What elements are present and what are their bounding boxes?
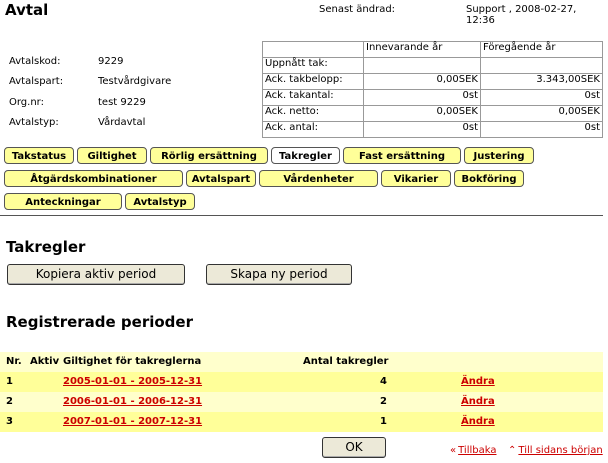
stats-previous: 0st bbox=[480, 121, 603, 138]
edit-link[interactable]: Ändra bbox=[461, 376, 495, 387]
header-nr: Nr. bbox=[6, 356, 22, 367]
validity-link[interactable]: 2005-01-01 - 2005-12-31 bbox=[63, 376, 202, 387]
agreement-party-label: Avtalspart: bbox=[9, 76, 64, 87]
org-nr-label: Org.nr: bbox=[9, 97, 44, 108]
rule-count: 1 bbox=[380, 416, 387, 427]
stats-current: 0st bbox=[363, 89, 481, 106]
section-title: Takregler bbox=[6, 238, 86, 256]
copy-active-period-button[interactable]: Kopiera aktiv period bbox=[7, 264, 185, 285]
create-new-period-button[interactable]: Skapa ny period bbox=[206, 264, 352, 285]
last-changed-label: Senast ändrad: bbox=[319, 4, 396, 15]
stats-label: Ack. netto: bbox=[262, 105, 364, 122]
edit-link[interactable]: Ändra bbox=[461, 416, 495, 427]
stats-row: Ack. antal: 0st 0st bbox=[262, 121, 603, 138]
stats-row: Ack. takbelopp: 0,00SEK 3.343,00SEK bbox=[262, 73, 603, 90]
stats-previous: 0,00SEK bbox=[480, 105, 603, 122]
stats-label: Ack. antal: bbox=[262, 121, 364, 138]
stats-label: Ack. takantal: bbox=[262, 89, 364, 106]
stats-table: Innevarande år Föregående år Uppnått tak… bbox=[262, 41, 603, 138]
org-nr-value: test 9229 bbox=[98, 97, 146, 108]
rule-count: 4 bbox=[380, 376, 387, 387]
header-rule-count: Antal takregler bbox=[303, 356, 389, 367]
agreement-code-value: 9229 bbox=[98, 56, 124, 67]
row-nr: 1 bbox=[6, 376, 13, 387]
stats-header-empty bbox=[262, 41, 364, 58]
agreement-type-label: Avtalstyp: bbox=[9, 117, 59, 128]
agreement-party-value: Testvårdgivare bbox=[98, 76, 172, 87]
stats-header-previous: Föregående år bbox=[480, 41, 603, 58]
validity-link[interactable]: 2006-01-01 - 2006-12-31 bbox=[63, 396, 202, 407]
rule-count: 2 bbox=[380, 396, 387, 407]
back-arrow-icon: « bbox=[450, 445, 457, 456]
edit-link[interactable]: Ändra bbox=[461, 396, 495, 407]
stats-previous: 3.343,00SEK bbox=[480, 73, 603, 90]
tab-vardenheter[interactable]: Vårdenheter bbox=[259, 170, 378, 187]
validity-link[interactable]: 2007-01-01 - 2007-12-31 bbox=[63, 416, 202, 427]
header-active: Aktiv bbox=[30, 356, 60, 367]
stats-row: Uppnått tak: bbox=[262, 57, 603, 74]
stats-row: Ack. takantal: 0st 0st bbox=[262, 89, 603, 106]
tab-justering[interactable]: Justering bbox=[464, 147, 534, 164]
agreement-type-value: Vårdavtal bbox=[98, 117, 146, 128]
stats-previous: 0st bbox=[480, 89, 603, 106]
last-changed-value: Support , 2008-02-27, 12:36 bbox=[466, 4, 577, 26]
tab-anteckningar[interactable]: Anteckningar bbox=[4, 193, 122, 210]
to-top-link-label: Till sidans början bbox=[518, 445, 603, 456]
header-validity: Giltighet för takreglerna bbox=[63, 356, 202, 367]
stats-header-row: Innevarande år Föregående år bbox=[262, 41, 603, 58]
stats-row: Ack. netto: 0,00SEK 0,00SEK bbox=[262, 105, 603, 122]
stats-current: 0,00SEK bbox=[363, 73, 481, 90]
tab-fast-ersattning[interactable]: Fast ersättning bbox=[343, 147, 461, 164]
periods-header-row: Nr. Aktiv Giltighet för takreglerna Anta… bbox=[0, 352, 603, 372]
row-nr: 2 bbox=[6, 396, 13, 407]
stats-current: 0st bbox=[363, 121, 481, 138]
row-nr: 3 bbox=[6, 416, 13, 427]
periods-title: Registrerade perioder bbox=[6, 313, 193, 331]
ok-button[interactable]: OK bbox=[322, 437, 386, 458]
up-arrow-icon: ⌃ bbox=[508, 445, 517, 456]
tab-atgardskombinationer[interactable]: Åtgärdskombinationer bbox=[4, 170, 183, 187]
tab-avtalspart[interactable]: Avtalspart bbox=[186, 170, 256, 187]
stats-current: 0,00SEK bbox=[363, 105, 481, 122]
back-link[interactable]: «Tillbaka bbox=[450, 445, 496, 456]
tab-rorlig-ersattning[interactable]: Rörlig ersättning bbox=[150, 147, 268, 164]
table-row: 1 2005-01-01 - 2005-12-31 4 Ändra bbox=[0, 372, 603, 392]
stats-current bbox=[363, 57, 481, 74]
table-row: 3 2007-01-01 - 2007-12-31 1 Ändra bbox=[0, 412, 603, 432]
tab-vikarier[interactable]: Vikarier bbox=[381, 170, 451, 187]
divider bbox=[0, 215, 603, 216]
tab-takregler[interactable]: Takregler bbox=[271, 147, 340, 164]
table-row: 2 2006-01-01 - 2006-12-31 2 Ändra bbox=[0, 392, 603, 412]
tab-takstatus[interactable]: Takstatus bbox=[4, 147, 74, 164]
stats-header-current: Innevarande år bbox=[363, 41, 481, 58]
tab-giltighet[interactable]: Giltighet bbox=[77, 147, 147, 164]
to-top-link[interactable]: ⌃ Till sidans början bbox=[508, 445, 603, 456]
agreement-code-label: Avtalskod: bbox=[9, 56, 61, 67]
tab-bokforing[interactable]: Bokföring bbox=[454, 170, 524, 187]
stats-previous bbox=[480, 57, 603, 74]
stats-label: Ack. takbelopp: bbox=[262, 73, 364, 90]
back-link-label: Tillbaka bbox=[458, 445, 497, 456]
tab-avtalstyp[interactable]: Avtalstyp bbox=[125, 193, 195, 210]
stats-label: Uppnått tak: bbox=[262, 57, 364, 74]
page-title: Avtal bbox=[5, 1, 49, 19]
